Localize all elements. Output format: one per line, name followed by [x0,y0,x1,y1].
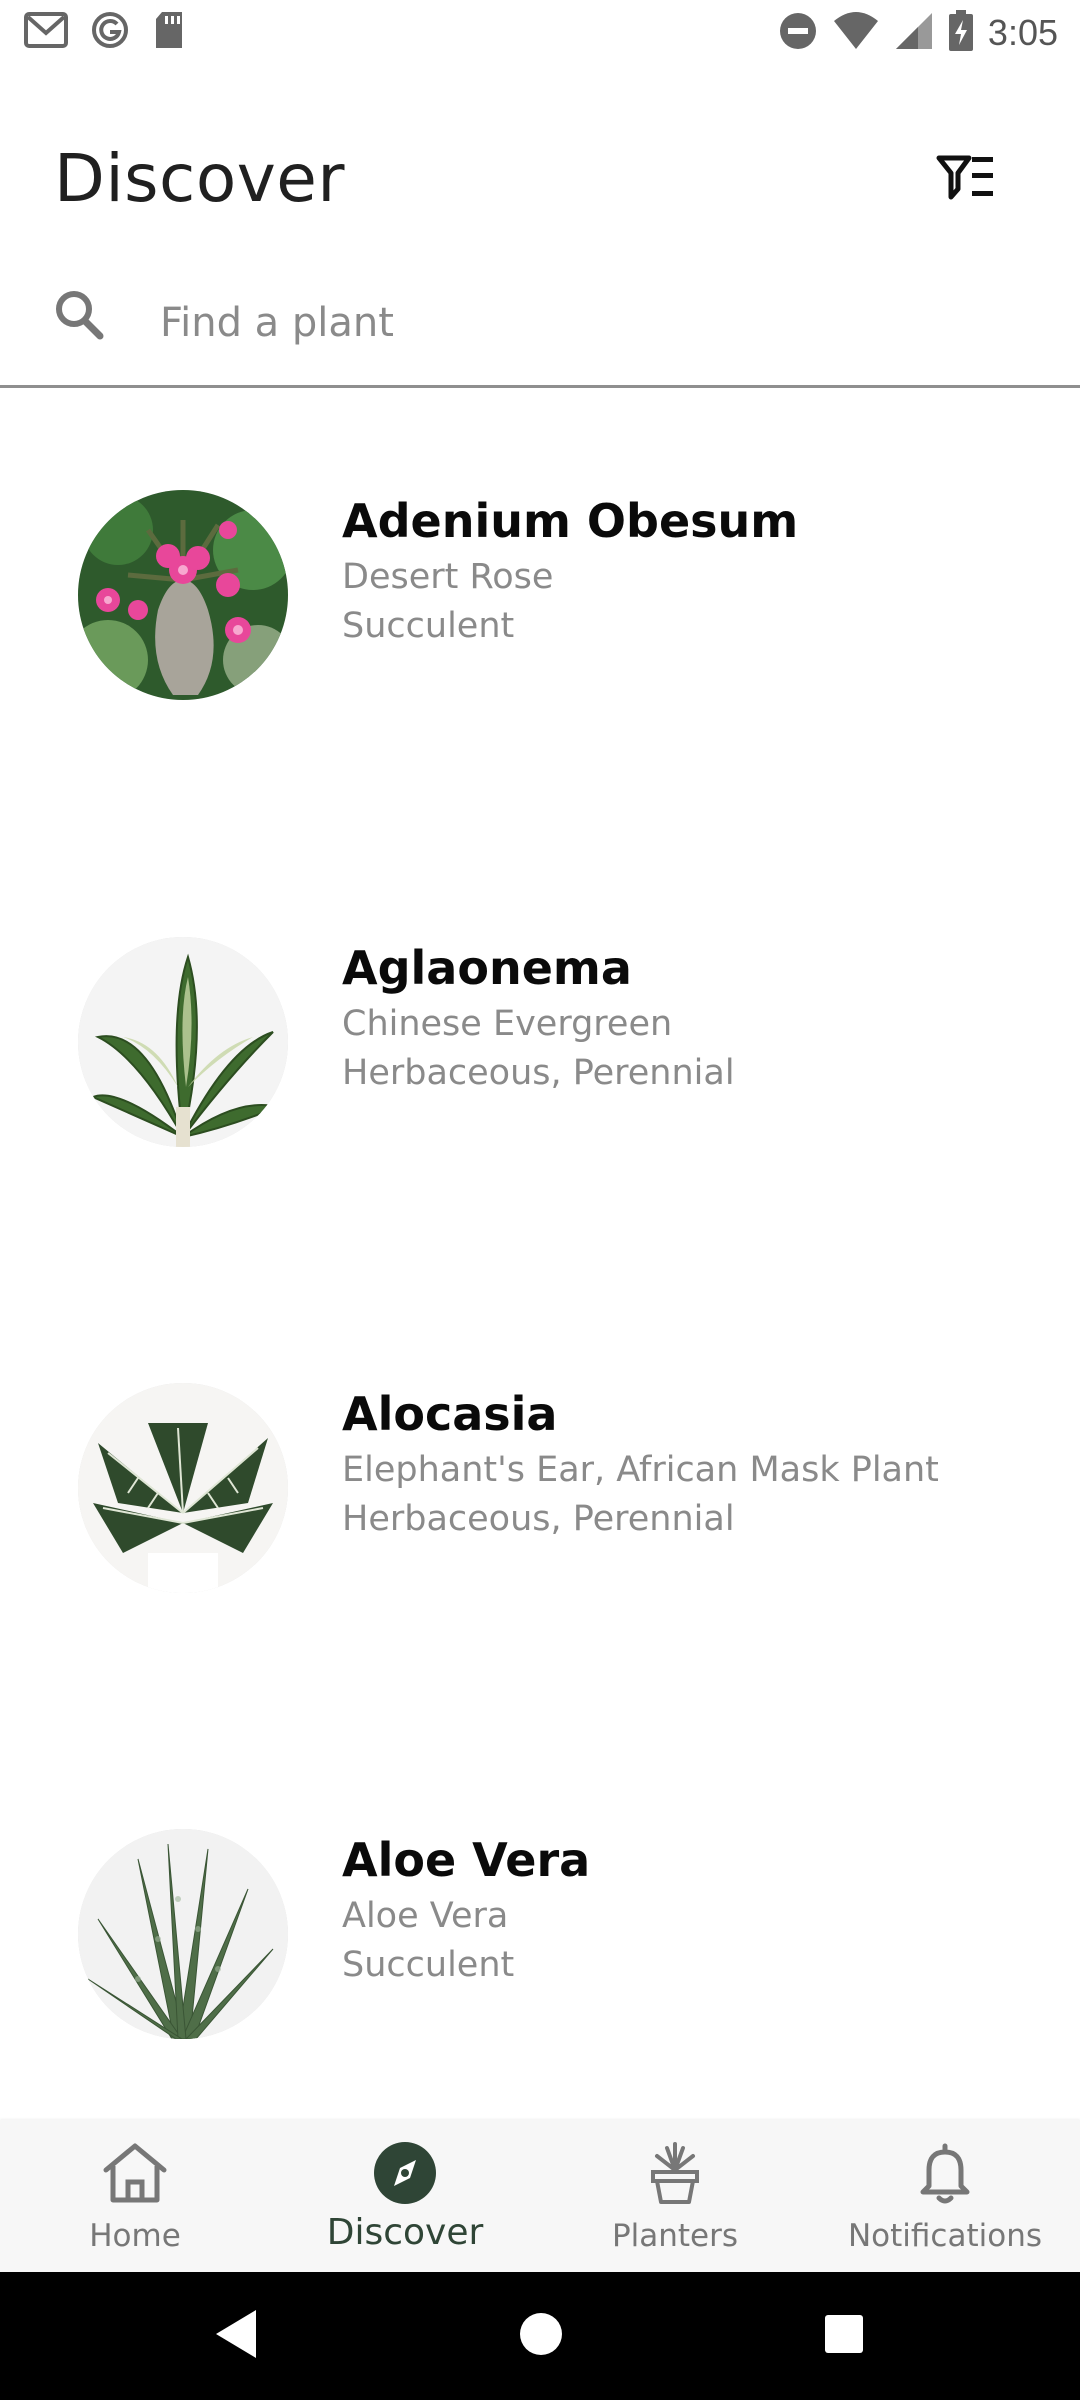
signal-icon [894,11,934,55]
home-circle-icon[interactable] [518,2306,564,2366]
status-time: 3:05 [987,12,1058,53]
grammarly-icon [90,10,130,54]
plant-thumbnail [78,490,288,700]
plant-common-name: Desert Rose [342,557,554,597]
page-title: Discover [54,140,346,217]
sd-card-icon [152,10,186,54]
back-icon[interactable] [212,2306,262,2366]
nav-item-planters[interactable]: Planters [540,2120,810,2272]
plant-common-name: Aloe Vera [342,1896,509,1936]
system-navigation-bar [0,2272,1080,2400]
list-item[interactable]: Adenium Obesum Desert Rose Succulent [0,388,1080,700]
nav-item-notifications[interactable]: Notifications [810,2120,1080,2272]
wifi-icon [832,11,880,55]
plant-name: Aglaonema [342,941,632,995]
plant-info: Aglaonema Chinese Evergreen Herbaceous, … [342,940,735,1098]
recents-icon[interactable] [822,2306,866,2366]
nav-item-discover[interactable]: Discover [270,2120,540,2272]
plant-thumbnail [78,937,288,1147]
battery-charging-icon [948,10,974,56]
search-bar [0,265,1080,388]
plant-thumbnail [78,1383,288,1593]
plant-name: Adenium Obesum [342,494,799,548]
nav-item-home[interactable]: Home [0,2120,270,2272]
compass-icon [372,2140,438,2210]
list-item[interactable]: Alocasia Elephant's Ear, African Mask Pl… [0,1281,1080,1593]
search-icon [52,285,108,349]
plant-type: Succulent [342,606,515,646]
plant-type: Herbaceous, Perennial [342,1499,735,1539]
plant-info: Adenium Obesum Desert Rose Succulent [342,493,798,651]
plant-thumbnail [78,1829,288,2039]
planter-icon [645,2140,705,2210]
bell-icon [915,2140,975,2210]
plant-type: Herbaceous, Perennial [342,1053,735,1093]
list-item[interactable]: Aglaonema Chinese Evergreen Herbaceous, … [0,835,1080,1147]
plant-name: Aloe Vera [342,1833,591,1887]
nav-label: Planters [611,2218,739,2254]
home-icon [100,2140,170,2210]
dnd-icon [778,11,818,55]
search-input[interactable] [158,287,1022,359]
plant-info: Aloe Vera Aloe Vera Succulent [342,1832,590,1990]
plant-common-name: Chinese Evergreen [342,1004,673,1044]
nav-label: Home [89,2218,181,2254]
plant-type: Succulent [342,1945,515,1985]
plant-info: Alocasia Elephant's Ear, African Mask Pl… [342,1386,939,1544]
filter-list-icon [936,153,996,207]
gmail-icon [24,11,68,53]
list-item[interactable]: Aloe Vera Aloe Vera Succulent [0,1727,1080,2039]
nav-label: Notifications [847,2218,1043,2254]
nav-label: Discover [326,2212,484,2253]
status-bar: 3:05 [0,0,1080,63]
plant-common-name: Elephant's Ear, African Mask Plant [342,1450,939,1490]
plant-name: Alocasia [342,1387,558,1441]
filter-button[interactable] [930,148,1002,212]
bottom-navigation: Home Discover Planters Notifications [0,2120,1080,2272]
